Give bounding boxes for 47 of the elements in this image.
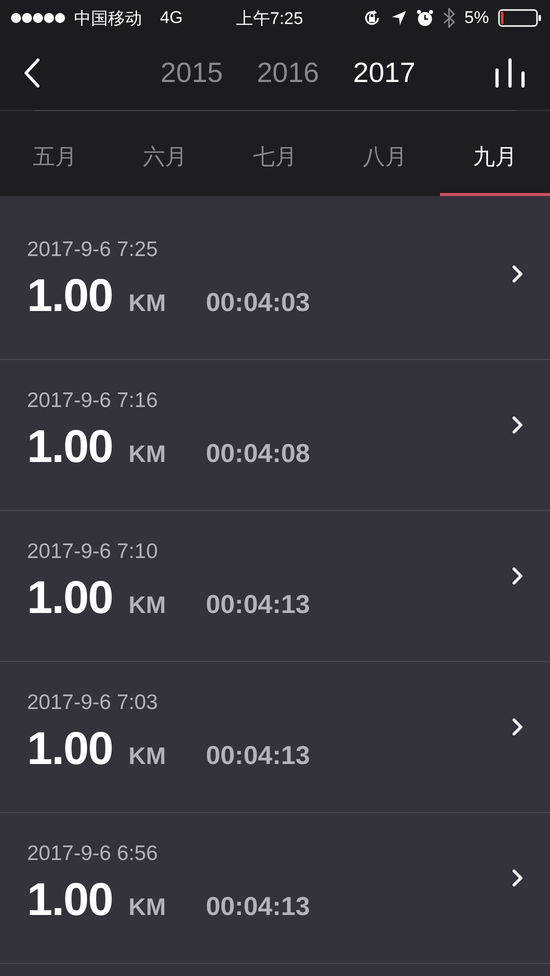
record-date: 2017-9-6 7:16 [27,389,159,413]
year-tab[interactable]: 2016 [256,57,320,89]
record-date: 2017-9-6 7:03 [27,691,159,715]
run-record[interactable]: 2017-9-6 7:03 1.00 KM 00:04:13 [0,662,550,813]
bluetooth-icon [443,8,456,28]
battery-percent: 5% [464,8,489,28]
duration-value: 00:04:13 [206,589,310,620]
year-tab[interactable]: 2015 [160,57,223,89]
distance-value: 1.00 [27,872,113,926]
distance-value: 1.00 [27,570,113,624]
distance-unit: KM [128,894,166,922]
duration-value: 00:04:13 [206,891,310,922]
month-tab[interactable]: 五月 [0,111,110,196]
month-tab[interactable]: 八月 [330,111,440,196]
chevron-right-icon [512,869,524,887]
chevron-right-icon [512,265,524,283]
record-date: 2017-9-6 7:25 [27,238,159,262]
distance-unit: KM [128,592,166,620]
duration-value: 00:04:03 [206,287,310,318]
run-record[interactable]: 2017-9-6 6:56 1.00 KM 00:04:13 [0,813,550,964]
run-record[interactable]: 2017-9-6 7:25 1.00 KM 00:04:03 [0,209,550,360]
network-type: 4G [160,8,183,28]
chevron-right-icon [512,416,524,434]
distance-value: 1.00 [27,268,113,322]
distance-unit: KM [128,743,166,771]
location-icon [391,10,408,26]
carrier-name: 中国移动 [74,8,142,30]
run-record[interactable]: 2017-9-6 7:16 1.00 KM 00:04:08 [0,360,550,511]
signal-icon [10,12,66,24]
distance-unit: KM [128,290,166,318]
duration-value: 00:04:08 [206,438,310,469]
month-tab[interactable]: 七月 [220,111,330,196]
run-record[interactable]: 2017-9-6 7:10 1.00 KM 00:04:13 [0,511,550,662]
alarm-icon [416,9,434,27]
distance-value: 1.00 [27,419,113,473]
month-tab[interactable]: 九月 [440,111,550,196]
record-date: 2017-9-6 6:56 [27,842,159,866]
status-time: 上午7:25 [236,8,304,30]
duration-value: 00:04:13 [206,740,310,771]
month-tab[interactable]: 六月 [110,111,220,196]
record-date: 2017-9-6 7:10 [27,540,159,564]
chevron-right-icon [512,718,524,736]
distance-value: 1.00 [27,721,113,775]
distance-unit: KM [128,441,166,469]
battery-icon [498,9,542,27]
chevron-right-icon [512,567,524,585]
year-tab[interactable]: 2017 [353,57,416,89]
